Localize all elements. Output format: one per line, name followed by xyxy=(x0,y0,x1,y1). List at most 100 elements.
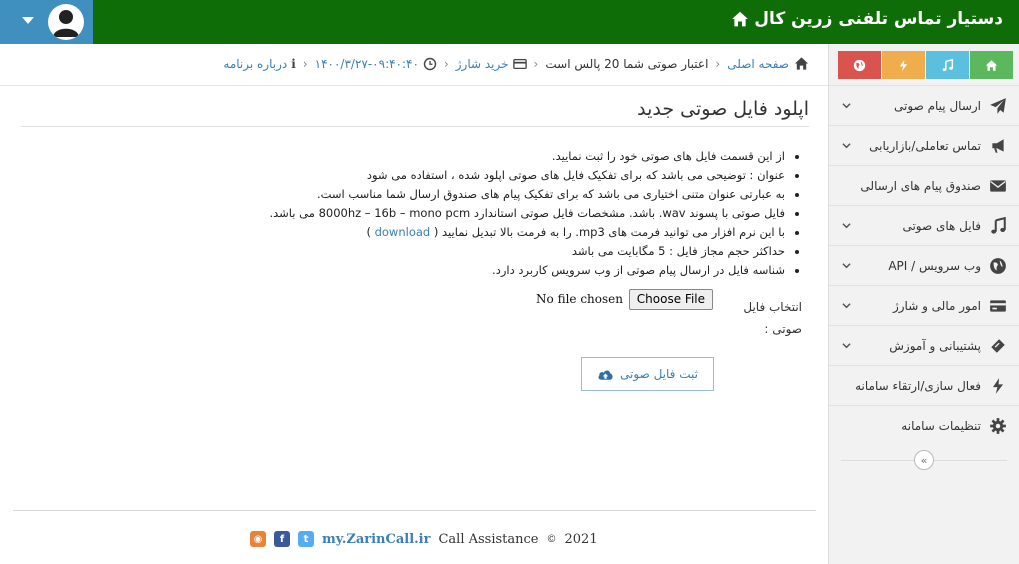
sidebar-item-interactive-call[interactable]: تماس تعاملی/بازاریابی xyxy=(829,125,1019,165)
sidebar-item-label: وب سرویس / API xyxy=(888,258,981,273)
music-icon xyxy=(942,58,954,71)
footer: ◉ f t my.ZarinCall.ir Call Assistance © … xyxy=(250,529,598,549)
sidebar-item-web-service[interactable]: وب سرویس / API xyxy=(829,245,1019,285)
buy-charge-link[interactable]: خرید شارژ xyxy=(456,57,527,71)
chevron-down-icon xyxy=(842,263,851,269)
chevron-down-icon xyxy=(842,223,851,229)
sidebar-item-label: پشتیبانی و آموزش xyxy=(889,338,981,353)
home-icon xyxy=(985,59,998,71)
app-brand[interactable]: دستیار تماس تلفنی زرین کال xyxy=(731,9,1003,29)
user-menu[interactable] xyxy=(0,0,93,44)
submit-label: ثبت فایل صوتی xyxy=(620,367,698,381)
sidebar-item-send-voice[interactable]: ارسال پیام صوتی xyxy=(829,85,1019,125)
sidebar-collapse-row: « xyxy=(829,447,1019,475)
user-icon xyxy=(53,10,79,37)
breadcrumb-home-label: صفحه اصلی xyxy=(727,56,789,71)
facebook-icon[interactable]: f xyxy=(274,531,290,547)
info-icon: i xyxy=(291,56,296,71)
list-item: فایل صوتی با پسوند wav. باشد. مشخصات فای… xyxy=(201,204,785,223)
list-item-text: ) xyxy=(366,225,371,239)
chevron-down-icon xyxy=(842,103,851,109)
gear-icon xyxy=(989,417,1007,435)
sidebar-item-label: صندوق پیام های ارسالی xyxy=(860,178,981,193)
sidebar-item-label: ارسال پیام صوتی xyxy=(894,98,981,113)
datetime: ۱۴۰۰/۳/۲۷-۰۹:۴۰:۴۰ xyxy=(315,57,437,71)
divider xyxy=(13,510,816,511)
upload-rules-list: از این قسمت فایل های صوتی خود را ثبت نما… xyxy=(201,147,801,280)
datetime-label: ۱۴۰۰/۳/۲۷-۰۹:۴۰:۴۰ xyxy=(314,56,419,71)
list-item-text: با این نرم افزار می توانید فرمت های mp3.… xyxy=(433,225,785,239)
sidebar-item-label: فایل های صوتی xyxy=(902,218,981,233)
chevron-left-icon: ‹ xyxy=(302,56,308,71)
caret-down-icon[interactable] xyxy=(22,17,34,24)
list-item: عنوان : توضیحی می باشد که برای تفکیک فای… xyxy=(201,166,785,185)
sidebar-item-support[interactable]: پشتیبانی و آموزش xyxy=(829,325,1019,365)
shortcut-home[interactable] xyxy=(970,51,1013,79)
bullhorn-icon xyxy=(989,137,1007,155)
sidebar-item-label: فعال سازی/ارتقاء سامانه xyxy=(855,378,981,393)
sidebar-item-settings[interactable]: تنظیمات سامانه xyxy=(829,405,1019,445)
product-name: Call Assistance xyxy=(438,531,539,547)
paper-plane-icon xyxy=(989,97,1007,115)
main-content: اپلود فایل صوتی جدید از این قسمت فایل ها… xyxy=(0,86,828,564)
credit-status: اعتبار صوتی شما 20 پالس است xyxy=(545,56,709,71)
cloud-upload-icon xyxy=(598,369,613,380)
list-item: حداکثر حجم مجاز فایل : 5 مگابایت می باشد xyxy=(201,242,785,261)
sidebar-item-label: امور مالی و شارژ xyxy=(892,298,981,313)
list-item: از این قسمت فایل های صوتی خود را ثبت نما… xyxy=(201,147,785,166)
copyright-symbol: © xyxy=(546,533,557,545)
file-field-label: انتخاب فایل صوتی : xyxy=(743,300,802,336)
sidebar-item-activation[interactable]: فعال سازی/ارتقاء سامانه xyxy=(829,365,1019,405)
sidebar-item-voice-files[interactable]: فایل های صوتی xyxy=(829,205,1019,245)
breadcrumb: صفحه اصلی ‹ اعتبار صوتی شما 20 پالس است … xyxy=(0,44,828,86)
home-icon xyxy=(732,11,749,27)
list-item: به عبارتی عنوان متنی اختیاری می باشد که … xyxy=(201,185,785,204)
about-label: درباره برنامه xyxy=(223,56,288,71)
top-bar: دستیار تماس تلفنی زرین کال xyxy=(0,0,1019,44)
sidebar-nav: ارسال پیام صوتی تماس تعاملی/بازاریابی صن… xyxy=(829,85,1019,445)
sidebar-item-sent-box[interactable]: صندوق پیام های ارسالی xyxy=(829,165,1019,205)
ticket-icon xyxy=(989,337,1007,355)
page-title: اپلود فایل صوتی جدید xyxy=(637,98,809,120)
chevron-left-icon: ‹ xyxy=(715,56,721,71)
shortcut-bolt[interactable] xyxy=(882,51,925,79)
chevron-down-icon xyxy=(842,343,851,349)
bolt-icon xyxy=(989,377,1007,395)
credit-card-icon xyxy=(512,58,527,69)
globe-icon xyxy=(853,59,866,71)
music-icon xyxy=(989,216,1007,235)
sidebar-item-label: تماس تعاملی/بازاریابی xyxy=(869,138,981,153)
chevron-left-icon: ‹ xyxy=(533,56,539,71)
chevron-down-icon xyxy=(842,143,851,149)
site-link[interactable]: my.ZarinCall.ir xyxy=(322,532,430,547)
sidebar: ارسال پیام صوتی تماس تعاملی/بازاریابی صن… xyxy=(828,44,1019,564)
shortcut-globe[interactable] xyxy=(838,51,881,79)
shortcut-music[interactable] xyxy=(926,51,969,79)
globe-icon xyxy=(989,257,1007,275)
chevron-down-icon xyxy=(842,303,851,309)
bolt-icon xyxy=(899,59,908,71)
file-status: No file chosen xyxy=(536,292,623,306)
choose-file-button[interactable]: Choose File xyxy=(628,289,713,310)
app-title: دستیار تماس تلفنی زرین کال xyxy=(754,9,1003,29)
about-link[interactable]: i درباره برنامه xyxy=(223,57,295,71)
divider xyxy=(21,126,809,127)
envelope-icon xyxy=(989,177,1007,195)
breadcrumb-home[interactable]: صفحه اصلی xyxy=(727,56,810,71)
sidebar-collapse-button[interactable]: « xyxy=(914,450,934,470)
avatar[interactable] xyxy=(48,4,84,40)
clock-icon xyxy=(423,57,437,70)
submit-voice-file-button[interactable]: ثبت فایل صوتی xyxy=(581,357,714,391)
download-link[interactable]: download xyxy=(375,225,431,239)
buy-charge-label: خرید شارژ xyxy=(455,56,509,71)
sidebar-item-finance[interactable]: امور مالی و شارژ xyxy=(829,285,1019,325)
list-item: شناسه فایل در ارسال پیام صوتی از وب سروی… xyxy=(201,261,785,280)
rss-icon[interactable]: ◉ xyxy=(250,531,266,547)
home-icon xyxy=(794,57,809,70)
chevron-left-icon: ‹ xyxy=(443,56,449,71)
copyright-year: 2021 xyxy=(564,531,598,547)
credit-card-icon xyxy=(989,297,1007,315)
twitter-icon[interactable]: t xyxy=(298,531,314,547)
list-item: با این نرم افزار می توانید فرمت های mp3.… xyxy=(201,223,785,242)
sidebar-shortcuts xyxy=(838,51,1013,79)
